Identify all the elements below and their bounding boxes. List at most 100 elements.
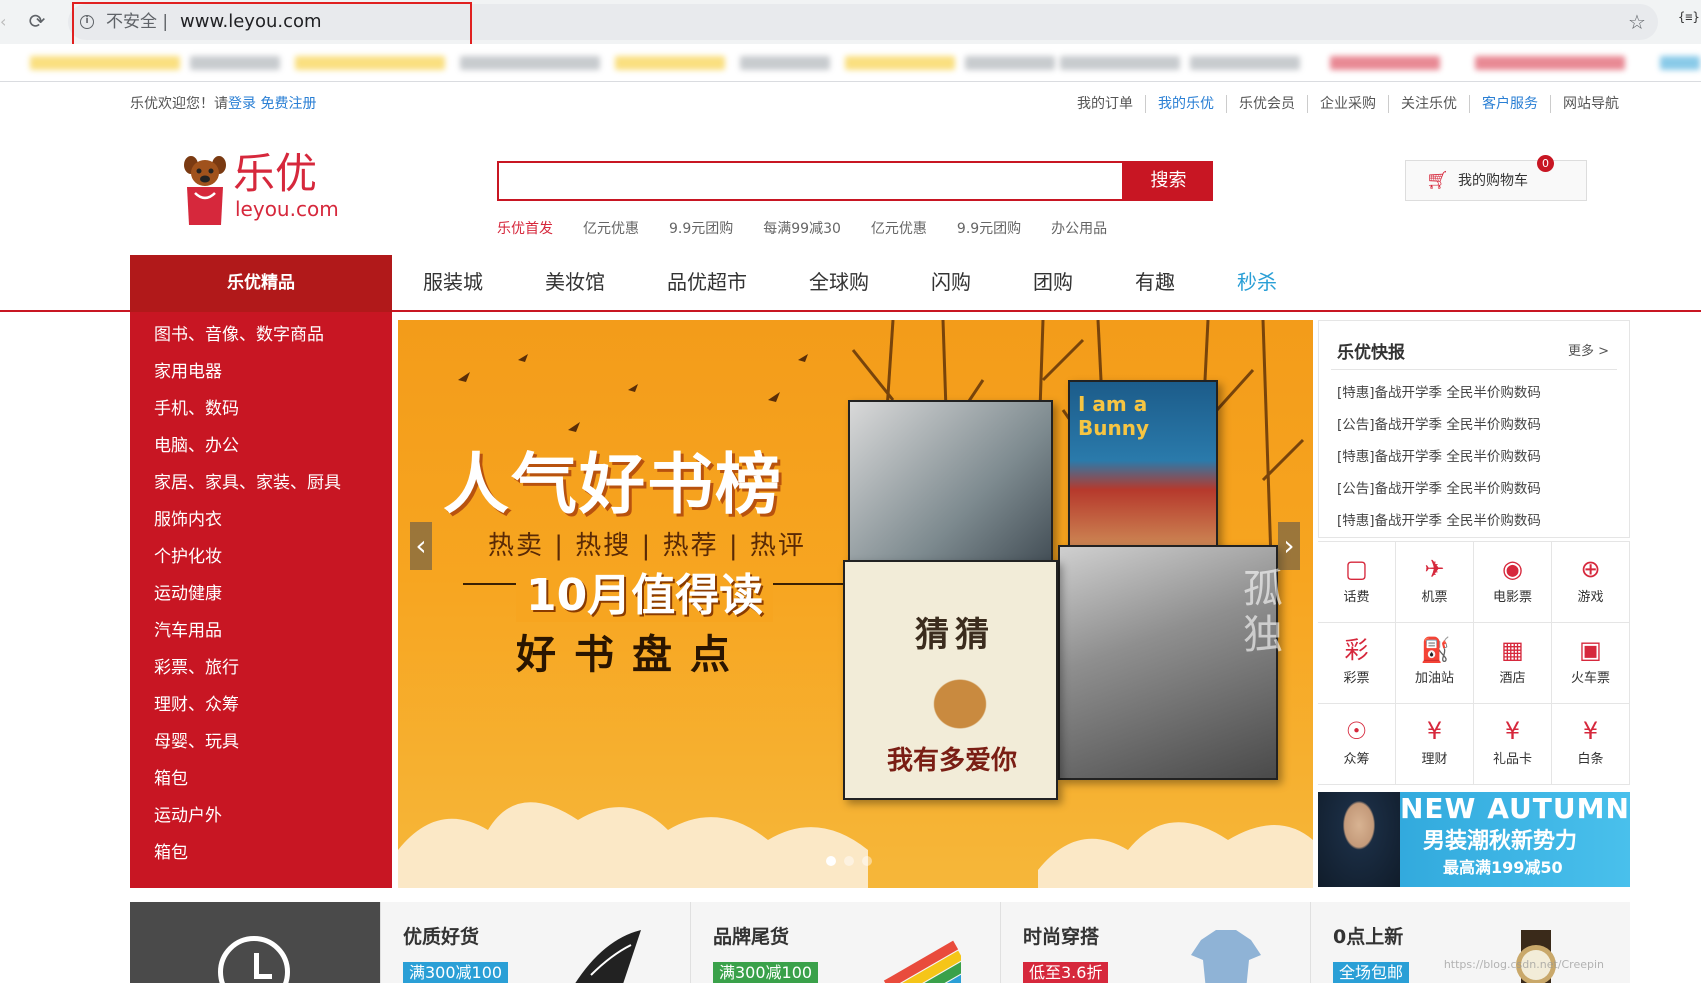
sidebar-item[interactable]: 个护化妆 xyxy=(130,539,392,576)
service-train[interactable]: ▣ 火车票 xyxy=(1552,623,1630,704)
hot-word[interactable]: 9.9元团购 xyxy=(957,220,1021,238)
blurred-bookmark[interactable] xyxy=(460,56,600,70)
top-link-membership[interactable]: 乐优会员 xyxy=(1226,95,1307,113)
back-icon[interactable]: ‹ xyxy=(0,12,10,32)
service-label: 火车票 xyxy=(1570,671,1610,686)
service-gas[interactable]: ⛽ 加油站 xyxy=(1396,623,1474,704)
promo-fashion[interactable]: 时尚穿搭 低至3.6折 xyxy=(1000,902,1300,983)
blurred-bookmark[interactable] xyxy=(1330,56,1440,70)
sidebar-item[interactable]: 手机、数码 xyxy=(130,391,392,428)
sidebar-item[interactable]: 母婴、玩具 xyxy=(130,724,392,761)
hot-word[interactable]: 每满99减30 xyxy=(763,220,841,238)
hot-word[interactable]: 亿元优惠 xyxy=(871,220,927,238)
flash-sale-box[interactable] xyxy=(130,902,380,983)
login-link[interactable]: 登录 xyxy=(228,96,256,112)
extension-icon[interactable]: {≡} xyxy=(1678,10,1700,24)
nav-item-flash[interactable]: 闪购 xyxy=(900,255,1002,310)
autumn-ad-banner[interactable]: NEW AUTUMN 男装潮秋新势力 最高满199减50 xyxy=(1318,792,1630,887)
service-hotel[interactable]: ▦ 酒店 xyxy=(1474,623,1552,704)
sidebar-item[interactable]: 运动健康 xyxy=(130,576,392,613)
sidebar-item[interactable]: 箱包 xyxy=(130,835,392,872)
service-finance[interactable]: ¥ 理财 xyxy=(1396,704,1474,785)
search-input[interactable] xyxy=(497,161,1124,201)
sidebar-item[interactable]: 彩票、旅行 xyxy=(130,650,392,687)
category-header[interactable]: 乐优精品 xyxy=(130,255,392,312)
blurred-bookmark[interactable] xyxy=(615,56,725,70)
blurred-bookmark[interactable] xyxy=(965,56,1055,70)
blurred-bookmark[interactable] xyxy=(740,56,830,70)
service-game[interactable]: ⊕ 游戏 xyxy=(1552,542,1630,623)
service-plane[interactable]: ✈ 机票 xyxy=(1396,542,1474,623)
top-link-follow[interactable]: 关注乐优 xyxy=(1388,95,1469,113)
hot-word[interactable]: 乐优首发 xyxy=(497,220,553,238)
site-logo[interactable]: 乐优 leyou.com xyxy=(183,149,339,230)
carousel-dot[interactable] xyxy=(826,856,836,866)
promo-brand-stock[interactable]: 品牌尾货 满300减100 xyxy=(690,902,990,983)
blurred-bookmark[interactable] xyxy=(1475,56,1625,70)
sidebar-item[interactable]: 电脑、办公 xyxy=(130,428,392,465)
sidebar-item[interactable]: 图书、音像、数字商品 xyxy=(130,317,392,354)
nav-item-clothing[interactable]: 服装城 xyxy=(392,255,514,310)
banner-prev-arrow[interactable]: ‹ xyxy=(410,522,432,570)
nav-item-global[interactable]: 全球购 xyxy=(778,255,900,310)
reload-icon[interactable]: ⟳ xyxy=(26,9,48,33)
service-film[interactable]: ◉ 电影票 xyxy=(1474,542,1552,623)
nav-item-seckill[interactable]: 秒杀 xyxy=(1206,255,1308,310)
service-crowdfunding[interactable]: ☉ 众筹 xyxy=(1318,704,1396,785)
service-phone[interactable]: ▢ 话费 xyxy=(1318,542,1396,623)
service-credit[interactable]: ¥ 白条 xyxy=(1552,704,1630,785)
sidebar-item[interactable]: 家居、家具、家装、厨具 xyxy=(130,465,392,502)
news-item[interactable]: [特惠]备战开学季 全民半价购数码 xyxy=(1337,377,1541,409)
address-bar[interactable]: i 不安全 | www.leyou.com ☆ xyxy=(68,4,1658,40)
nav-item-group-buy[interactable]: 团购 xyxy=(1002,255,1104,310)
promo-quality-goods[interactable]: 优质好货 满300减100 xyxy=(380,902,680,983)
info-icon[interactable]: i xyxy=(80,15,94,29)
top-link-my-leyou[interactable]: 我的乐优 xyxy=(1145,95,1226,113)
blurred-bookmark[interactable] xyxy=(30,56,180,70)
news-item[interactable]: [特惠]备战开学季 全民半价购数码 xyxy=(1337,441,1541,473)
hot-word[interactable]: 亿元优惠 xyxy=(583,220,639,238)
blurred-bookmark[interactable] xyxy=(1060,56,1180,70)
url-text[interactable]: www.leyou.com xyxy=(180,11,322,33)
top-link-orders[interactable]: 我的订单 xyxy=(1065,95,1145,113)
sidebar-item[interactable]: 服饰内衣 xyxy=(130,502,392,539)
banner-next-arrow[interactable]: › xyxy=(1278,522,1300,570)
dog-mascot-icon xyxy=(184,156,226,225)
hot-word[interactable]: 9.9元团购 xyxy=(669,220,733,238)
nav-item-supermarket[interactable]: 品优超市 xyxy=(636,255,778,310)
sidebar-item[interactable]: 理财、众筹 xyxy=(130,687,392,724)
sidebar-item[interactable]: 汽车用品 xyxy=(130,613,392,650)
nav-item-beauty[interactable]: 美妆馆 xyxy=(514,255,636,310)
news-item[interactable]: [公告]备战开学季 全民半价购数码 xyxy=(1337,409,1541,441)
film-icon: ◉ xyxy=(1502,555,1523,583)
carousel-dot[interactable] xyxy=(862,856,872,866)
news-item[interactable]: [特惠]备战开学季 全民半价购数码 xyxy=(1337,505,1541,537)
news-item[interactable]: [公告]备战开学季 全民半价购数码 xyxy=(1337,473,1541,505)
promo-title: 优质好货 xyxy=(403,926,480,948)
sidebar-item[interactable]: 家用电器 xyxy=(130,354,392,391)
bookmark-star-icon[interactable]: ☆ xyxy=(1628,10,1646,34)
search-button[interactable]: 搜索 xyxy=(1124,161,1213,201)
sidebar-item[interactable]: 箱包 xyxy=(130,761,392,798)
blurred-bookmark[interactable] xyxy=(295,56,445,70)
ad-title: NEW AUTUMN xyxy=(1400,792,1630,825)
register-link[interactable]: 免费注册 xyxy=(260,96,316,112)
blurred-bookmark[interactable] xyxy=(1190,56,1300,70)
top-link-enterprise[interactable]: 企业采购 xyxy=(1307,95,1388,113)
nav-item-fun[interactable]: 有趣 xyxy=(1104,255,1206,310)
news-more-link[interactable]: 更多 > xyxy=(1568,340,1609,359)
blurred-bookmark[interactable] xyxy=(845,56,955,70)
hero-banner[interactable]: 人气好书榜 热卖 | 热搜 | 热荐 | 热评 10月值得读 好书盘点 I am… xyxy=(398,320,1313,888)
sidebar-item[interactable]: 运动户外 xyxy=(130,798,392,835)
hare-illustration xyxy=(915,662,1005,732)
carousel-dot[interactable] xyxy=(844,856,854,866)
promo-midnight-new[interactable]: 0点上新 全场包邮 https://blog.csdn.net/Creepin xyxy=(1310,902,1610,983)
top-link-site-nav[interactable]: 网站导航 xyxy=(1550,95,1631,113)
shopping-cart-button[interactable]: 🛒︎ 我的购物车 0 xyxy=(1405,155,1587,201)
blurred-bookmark[interactable] xyxy=(1660,56,1700,70)
hot-word[interactable]: 办公用品 xyxy=(1051,220,1107,238)
top-link-customer-service[interactable]: 客户服务 xyxy=(1469,95,1550,113)
blurred-bookmark[interactable] xyxy=(190,56,280,70)
service-lottery[interactable]: 彩彩票 xyxy=(1318,623,1396,704)
service-gift-card[interactable]: ¥ 礼品卡 xyxy=(1474,704,1552,785)
